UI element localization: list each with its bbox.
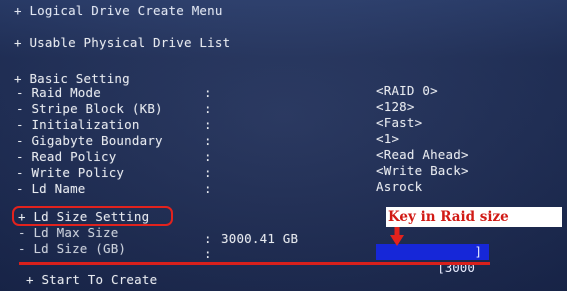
highlight-underline [19, 262, 490, 265]
setting-colon: : [204, 181, 212, 196]
menu-title: + Logical Drive Create Menu [14, 3, 223, 18]
callout-label: Key in Raid size [386, 207, 562, 227]
setting-label: - Raid Mode [16, 85, 101, 100]
setting-value[interactable]: <Read Ahead> [376, 148, 469, 162]
setting-value[interactable]: <1> [376, 132, 399, 146]
setting-colon: : [204, 101, 212, 116]
setting-colon: : [204, 149, 212, 164]
setting-value[interactable]: <Write Back> [376, 164, 469, 178]
setting-colon: : [204, 165, 212, 180]
setting-label: - Ld Name [16, 181, 86, 196]
setting-label: - Initialization [16, 117, 140, 132]
setting-value[interactable]: <Fast> [376, 116, 422, 130]
ld-size-label: - Ld Size (GB) [18, 241, 127, 256]
setting-value[interactable]: <128> [376, 100, 415, 114]
ld-max-size-colon: : [204, 231, 212, 246]
setting-label: - Stripe Block (KB) [16, 101, 163, 116]
setting-label: - Read Policy [16, 149, 117, 164]
down-arrow-icon [390, 226, 404, 246]
setting-colon: : [204, 133, 212, 148]
highlight-box [12, 206, 173, 226]
ld-size-input-close-bracket: ] [474, 244, 482, 259]
ld-size-colon: : [204, 246, 212, 261]
setting-value[interactable]: Asrock [376, 180, 422, 194]
start-to-create[interactable]: + Start To Create [26, 273, 157, 287]
bios-screen: + Logical Drive Create Menu + Usable Phy… [0, 0, 567, 291]
basic-setting-header: + Basic Setting [14, 71, 130, 86]
setting-label: - Gigabyte Boundary [16, 133, 163, 148]
usable-physical-drive-list[interactable]: + Usable Physical Drive List [14, 36, 230, 50]
setting-colon: : [204, 117, 212, 132]
ld-max-size-value: 3000.41 GB [221, 231, 299, 246]
ld-size-input[interactable]: [3000 ] [376, 244, 489, 275]
setting-value[interactable]: <RAID 0> [376, 84, 438, 98]
ld-max-size-label: - Ld Max Size [18, 225, 119, 240]
screenshot: + Logical Drive Create Menu + Usable Phy… [0, 0, 580, 291]
setting-colon: : [204, 85, 212, 100]
setting-label: - Write Policy [16, 165, 125, 180]
